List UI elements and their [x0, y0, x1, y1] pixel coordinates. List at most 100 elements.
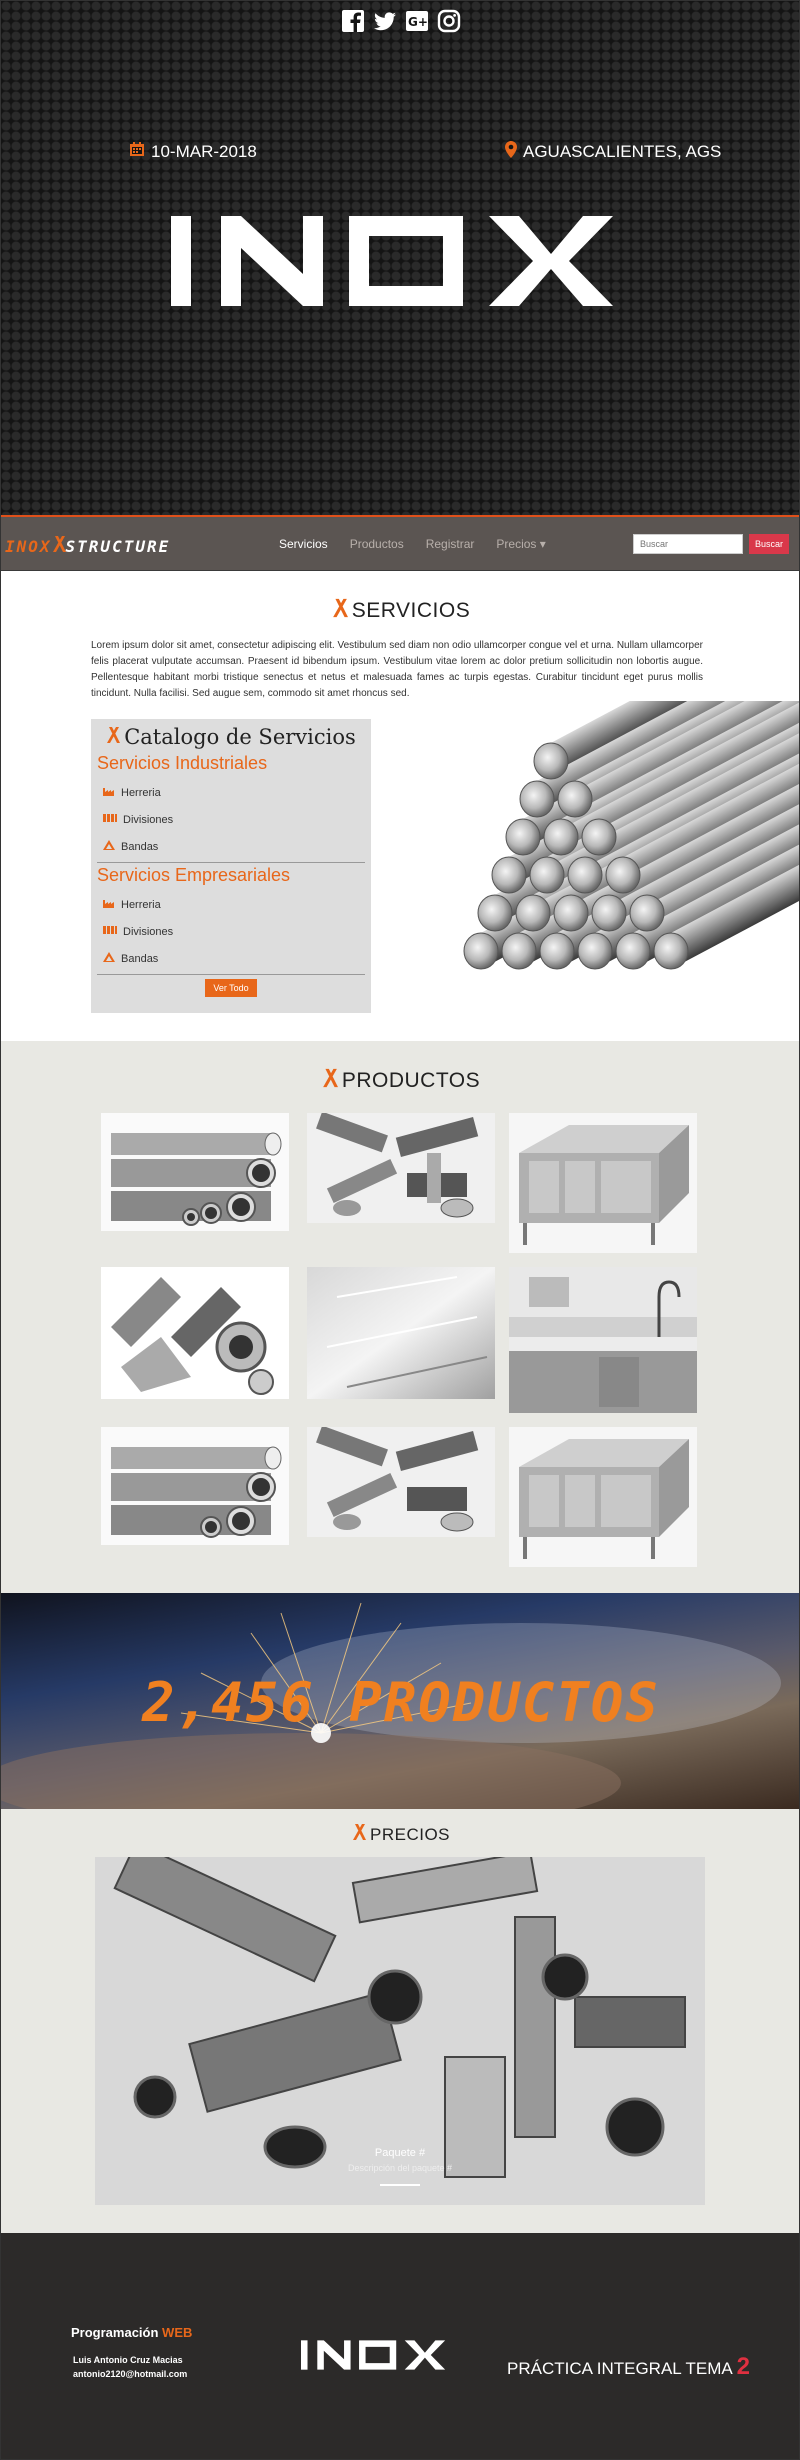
- nav-registrar[interactable]: Registrar: [426, 537, 475, 551]
- nav-productos[interactable]: Productos: [350, 537, 404, 551]
- catalog-title-text: Catalogo de Servicios: [124, 725, 356, 749]
- productos-section: PRODUCTOS: [1, 1041, 799, 1593]
- steel-rod-end: [615, 932, 651, 970]
- steel-rod-end: [629, 894, 665, 932]
- divisions-icon: [103, 813, 117, 826]
- bands-icon: [103, 952, 115, 965]
- product-image-pipes[interactable]: [101, 1427, 289, 1545]
- steel-rod-end: [501, 932, 537, 970]
- steel-rod-end: [505, 818, 541, 856]
- hero-section: G+ 10-MAR-2018 AGUASCALIENTES, AGS: [1, 1, 799, 515]
- price-carousel[interactable]: Paquete # Descripción del paquete #: [95, 1857, 705, 2205]
- calendar-icon: [129, 141, 145, 162]
- steel-rod-end: [577, 932, 613, 970]
- product-image-tubes[interactable]: [307, 1427, 495, 1537]
- event-location: AGUASCALIENTES, AGS: [505, 141, 721, 163]
- brand-right: STRUCTURE: [65, 537, 171, 556]
- steel-rod-end: [515, 894, 551, 932]
- product-image-pipes[interactable]: [101, 1113, 289, 1231]
- steel-rod-end: [567, 856, 603, 894]
- products-count-text: 2,456 PRODUCTOS: [142, 1671, 660, 1734]
- product-image-kitchen[interactable]: [509, 1267, 697, 1413]
- carousel-caption: Paquete #: [374, 2147, 426, 2159]
- product-image-tubes[interactable]: [307, 1113, 495, 1223]
- footer-programacion: Programación WEB: [71, 2325, 192, 2340]
- page: G+ 10-MAR-2018 AGUASCALIENTES, AGS INOX: [0, 0, 800, 2460]
- list-item[interactable]: Herreria: [97, 779, 365, 806]
- list-item[interactable]: Bandas: [97, 833, 365, 860]
- list-item[interactable]: Herreria: [97, 891, 365, 918]
- brand-x-icon: [106, 725, 121, 750]
- item-label: Bandas: [121, 952, 159, 965]
- carousel-indicator[interactable]: [380, 2184, 420, 2186]
- group-industriales: Servicios Industriales: [97, 753, 268, 773]
- productos-title: PRODUCTOS: [1, 1067, 799, 1094]
- tema-number: 2: [736, 2353, 750, 2380]
- catalog-card: Catalogo de Servicios Servicios Industri…: [91, 719, 371, 1013]
- steel-rod-end: [477, 894, 513, 932]
- steel-rod-end: [605, 856, 641, 894]
- brand-left: INOX: [5, 537, 52, 556]
- precios-section: PRECIOS Paquete # Descripción del paquet…: [1, 1809, 799, 2233]
- item-label: Divisiones: [123, 813, 174, 826]
- divider: [97, 862, 365, 863]
- steel-bars-image: [401, 559, 799, 1021]
- industry-icon: [103, 786, 115, 799]
- product-image-cabinet[interactable]: [509, 1113, 697, 1253]
- steel-rod-end: [581, 818, 617, 856]
- steel-rod-end: [653, 932, 689, 970]
- nav-precios-label: Precios: [496, 537, 537, 551]
- list-item[interactable]: Divisiones: [97, 806, 365, 833]
- productos-title-text: PRODUCTOS: [341, 1068, 481, 1092]
- list-item[interactable]: Bandas: [97, 945, 365, 972]
- nav-precios[interactable]: Precios ▾: [496, 537, 545, 551]
- precios-title-text: PRECIOS: [369, 1824, 451, 1844]
- carousel-subcaption: Descripción del paquete #: [347, 2163, 453, 2173]
- steel-rod-end: [557, 780, 593, 818]
- hero-logo: [171, 211, 631, 316]
- steel-rod-end: [543, 818, 579, 856]
- product-image-sheets[interactable]: [307, 1267, 495, 1399]
- google-plus-icon[interactable]: G+: [405, 9, 429, 33]
- divider: [97, 974, 365, 975]
- brand-x-icon: [332, 597, 348, 624]
- caret-down-icon: ▾: [536, 537, 546, 551]
- nav-servicios[interactable]: Servicios: [279, 537, 328, 551]
- steel-rod-end: [539, 932, 575, 970]
- item-label: Herreria: [121, 898, 161, 911]
- footer: Programación WEB Luis Antonio Cruz Macia…: [1, 2233, 799, 2459]
- divisions-icon: [103, 925, 117, 938]
- footer-logo: [301, 2337, 451, 2378]
- svg-text:G+: G+: [408, 15, 428, 29]
- steel-rod-end: [553, 894, 589, 932]
- web-label: WEB: [162, 2325, 193, 2340]
- search-input[interactable]: [633, 534, 743, 554]
- catalog-title: Catalogo de Servicios: [97, 723, 365, 751]
- industry-icon: [103, 898, 115, 911]
- steel-rod-end: [491, 856, 527, 894]
- list-item[interactable]: Divisiones: [97, 918, 365, 945]
- instagram-icon[interactable]: [437, 9, 461, 33]
- nav-links: Servicios Productos Registrar Precios ▾: [279, 537, 546, 551]
- ver-todo-button[interactable]: Ver Todo: [205, 979, 257, 997]
- item-label: Divisiones: [123, 925, 174, 938]
- facebook-icon[interactable]: [341, 9, 365, 33]
- steel-rod-end: [463, 932, 499, 970]
- item-label: Bandas: [121, 840, 159, 853]
- brand-x-icon: [52, 535, 66, 558]
- author-name: Luis Antonio Cruz Macias: [73, 2355, 183, 2365]
- brand-x-icon: [352, 1823, 366, 1846]
- event-location-text: AGUASCALIENTES, AGS: [523, 142, 722, 161]
- precios-title: PRECIOS: [1, 1823, 799, 1846]
- programacion-label: Programación: [71, 2325, 159, 2340]
- product-image-cabinet[interactable]: [509, 1427, 697, 1567]
- search-button[interactable]: Buscar: [749, 534, 789, 554]
- social-icons: G+: [1, 9, 799, 33]
- practica-label: PRÁCTICA INTEGRAL TEMA 2: [507, 2353, 750, 2381]
- servicios-description: Lorem ipsum dolor sit amet, consectetur …: [91, 640, 703, 699]
- twitter-icon[interactable]: [373, 9, 397, 33]
- product-image-profiles[interactable]: [101, 1267, 289, 1399]
- group-empresariales: Servicios Empresariales: [97, 865, 291, 885]
- steel-rod-end: [529, 856, 565, 894]
- brand-logo[interactable]: INOX STRUCTURE: [5, 535, 170, 558]
